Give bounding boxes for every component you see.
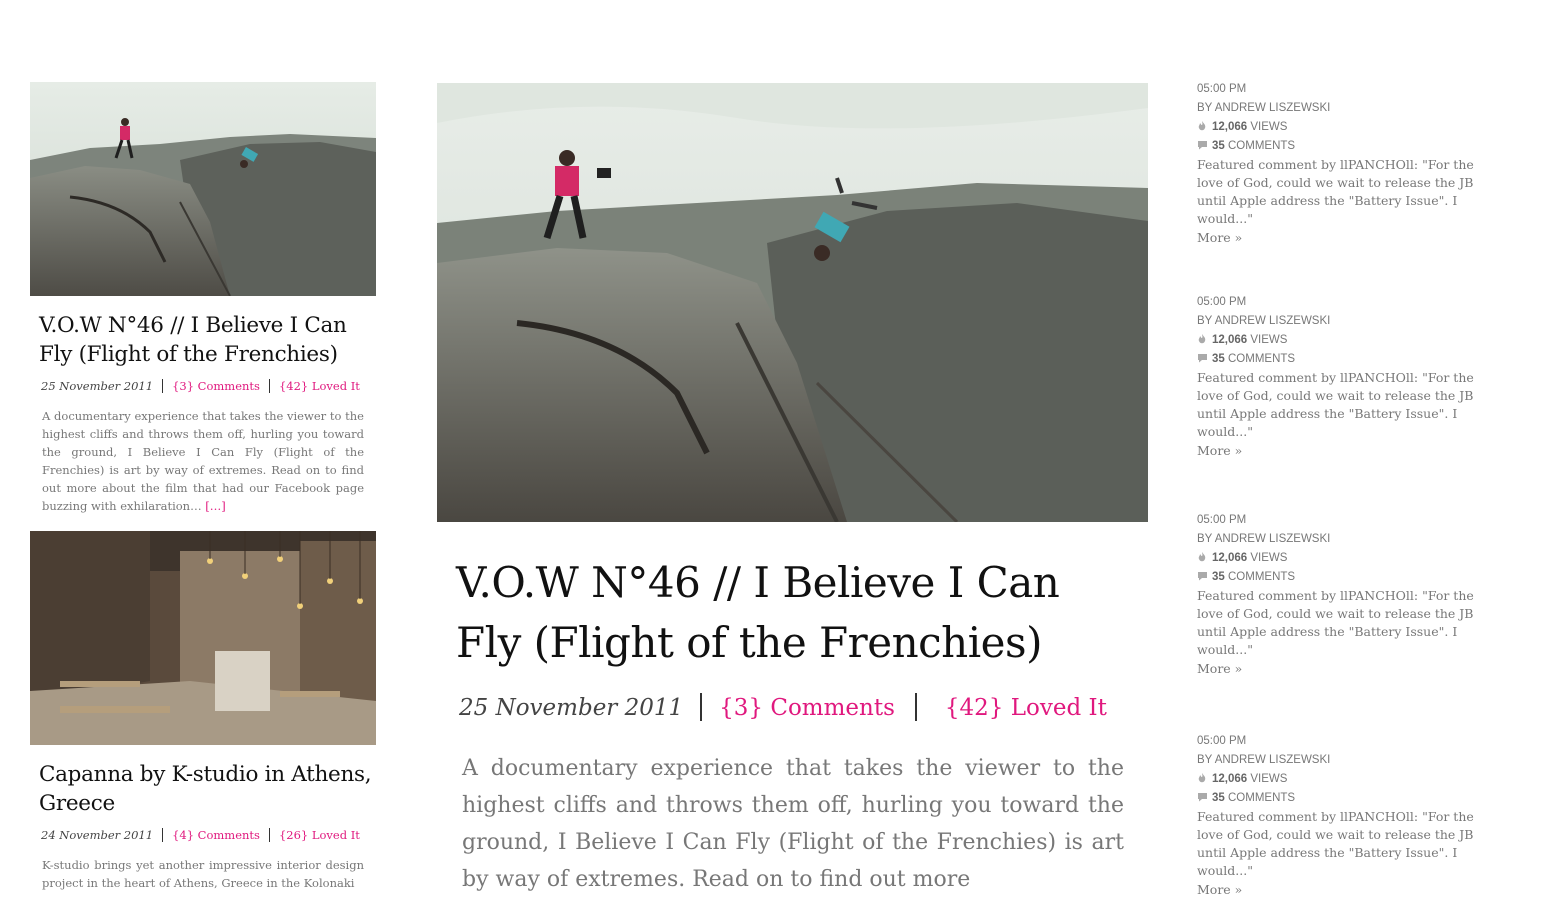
feature-image[interactable] <box>437 83 1148 522</box>
flame-icon <box>1198 773 1206 783</box>
story-author[interactable]: BY ANDREW LISZEWSKI <box>1197 530 1507 549</box>
story-author[interactable]: BY ANDREW LISZEWSKI <box>1197 751 1507 770</box>
loved-it-link[interactable]: {42} Loved It <box>279 379 360 393</box>
post-meta: 25 November 2011 {3} Comments {42} Loved I… <box>41 378 381 394</box>
speech-bubble-icon <box>1198 572 1207 581</box>
featured-comment: Featured comment by llPANCHOll: "For the… <box>1197 809 1474 878</box>
post-thumbnail-restaurant[interactable] <box>30 531 376 745</box>
story-views: 12,066 VIEWS <box>1197 770 1507 789</box>
feature-date: 25 November 2011 <box>459 695 684 721</box>
post-meta: 24 November 2011 {4} Comments {26} Loved I… <box>41 827 381 843</box>
restaurant-photo <box>30 531 376 745</box>
meta-divider <box>914 693 917 721</box>
flame-icon <box>1198 121 1206 131</box>
comments-label: COMMENTS <box>1228 792 1296 804</box>
comments-count: 35 <box>1212 571 1225 583</box>
post-excerpt: A documentary experience that takes the … <box>42 407 364 515</box>
comments-link[interactable]: {3} Comments <box>172 379 260 393</box>
views-count: 12,066 <box>1212 121 1248 133</box>
speech-bubble-icon <box>1198 141 1207 150</box>
feature-loved-it-link[interactable]: {42} Loved It <box>945 695 1107 721</box>
speech-bubble-icon <box>1198 793 1207 802</box>
post-date: 25 November 2011 <box>41 379 154 393</box>
flame-icon <box>1198 552 1206 562</box>
views-label: VIEWS <box>1250 552 1288 564</box>
story-views: 12,066 VIEWS <box>1197 118 1507 137</box>
more-link[interactable]: More » <box>1197 880 1507 899</box>
meta-divider <box>268 379 270 393</box>
cliff-photo-large <box>437 83 1148 522</box>
views-count: 12,066 <box>1212 552 1248 564</box>
comments-link[interactable]: {4} Comments <box>172 828 260 842</box>
comments-label: COMMENTS <box>1228 140 1296 152</box>
meta-divider <box>162 828 164 842</box>
featured-comment: Featured comment by llPANCHOll: "For the… <box>1197 370 1474 439</box>
meta-divider <box>162 379 164 393</box>
story-comments[interactable]: 35 COMMENTS <box>1197 568 1507 587</box>
meta-divider <box>700 693 703 721</box>
comments-label: COMMENTS <box>1228 353 1296 365</box>
story-time: 05:00 PM <box>1197 514 1247 526</box>
sidebar-story: 05:00 PM BY ANDREW LISZEWSKI 12,066 VIEW… <box>1197 293 1507 460</box>
views-label: VIEWS <box>1250 121 1288 133</box>
read-more-link[interactable]: […] <box>205 499 225 513</box>
feature-comments-link[interactable]: {3} Comments <box>719 695 895 721</box>
story-time: 05:00 PM <box>1197 735 1247 747</box>
excerpt-text: A documentary experience that takes the … <box>42 409 364 513</box>
comments-label: COMMENTS <box>1228 571 1296 583</box>
more-link[interactable]: More » <box>1197 441 1507 460</box>
post-title[interactable]: Capanna by K-studio in Athens, Greece <box>39 760 379 818</box>
comments-count: 35 <box>1212 353 1225 365</box>
more-link[interactable]: More » <box>1197 659 1507 678</box>
views-count: 12,066 <box>1212 773 1248 785</box>
story-author[interactable]: BY ANDREW LISZEWSKI <box>1197 99 1507 118</box>
flame-icon <box>1198 334 1206 344</box>
feature-excerpt: A documentary experience that takes the … <box>462 756 1124 892</box>
sidebar-story: 05:00 PM BY ANDREW LISZEWSKI 12,066 VIEW… <box>1197 80 1507 247</box>
story-time: 05:00 PM <box>1197 296 1247 308</box>
sidebar-story: 05:00 PM BY ANDREW LISZEWSKI 12,066 VIEW… <box>1197 511 1507 678</box>
story-comments[interactable]: 35 COMMENTS <box>1197 350 1507 369</box>
sidebar-story: 05:00 PM BY ANDREW LISZEWSKI 12,066 VIEW… <box>1197 732 1507 899</box>
views-label: VIEWS <box>1250 334 1288 346</box>
post-excerpt: K-studio brings yet another impressive i… <box>42 858 364 890</box>
post-thumbnail-cliff[interactable] <box>30 82 376 296</box>
story-views: 12,066 VIEWS <box>1197 549 1507 568</box>
more-link[interactable]: More » <box>1197 228 1507 247</box>
story-comments[interactable]: 35 COMMENTS <box>1197 137 1507 156</box>
meta-divider <box>268 828 270 842</box>
comments-count: 35 <box>1212 792 1225 804</box>
cliff-photo <box>30 82 376 296</box>
views-count: 12,066 <box>1212 334 1248 346</box>
speech-bubble-icon <box>1198 354 1207 363</box>
feature-meta: 25 November 2011 {3} Comments {42} Loved I… <box>459 690 1107 726</box>
post-title[interactable]: V.O.W N°46 // I Believe I Can Fly (Fligh… <box>39 311 379 369</box>
loved-it-link[interactable]: {26} Loved It <box>279 828 360 842</box>
featured-comment: Featured comment by llPANCHOll: "For the… <box>1197 588 1474 657</box>
feature-title[interactable]: V.O.W N°46 // I Believe I Can Fly (Fligh… <box>456 553 1136 673</box>
comments-count: 35 <box>1212 140 1225 152</box>
views-label: VIEWS <box>1250 773 1288 785</box>
story-time: 05:00 PM <box>1197 83 1247 95</box>
post-date: 24 November 2011 <box>41 828 154 842</box>
featured-comment: Featured comment by llPANCHOll: "For the… <box>1197 157 1474 226</box>
story-comments[interactable]: 35 COMMENTS <box>1197 789 1507 808</box>
story-author[interactable]: BY ANDREW LISZEWSKI <box>1197 312 1507 331</box>
story-views: 12,066 VIEWS <box>1197 331 1507 350</box>
